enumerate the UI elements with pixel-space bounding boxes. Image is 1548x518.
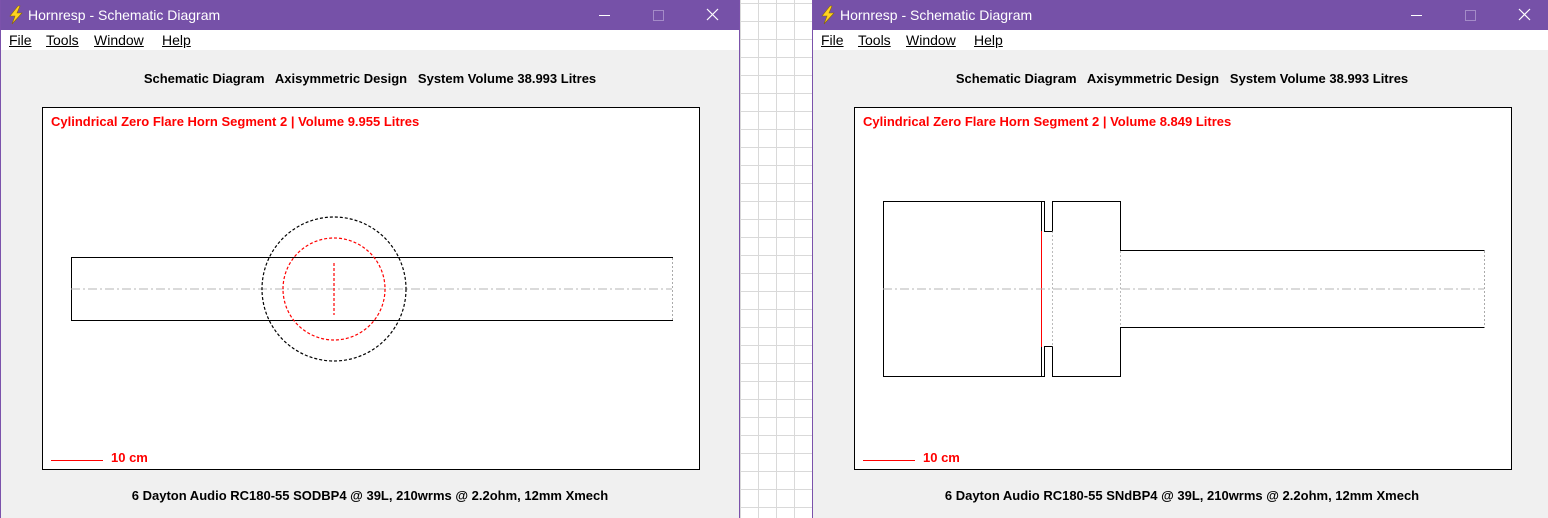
menu-bar: File Tools Window Help xyxy=(813,30,1548,50)
title-bar[interactable]: Hornresp - Schematic Diagram xyxy=(813,0,1548,30)
menu-help-label: Help xyxy=(162,32,191,48)
maximize-button[interactable] xyxy=(1447,0,1493,30)
menu-tools[interactable]: Tools xyxy=(46,32,79,48)
close-button[interactable] xyxy=(1501,0,1547,30)
window-title: Hornresp - Schematic Diagram xyxy=(28,7,221,23)
diagram-header: Schematic Diagram Axisymmetric Design Sy… xyxy=(143,71,597,86)
scale-label: 10 cm xyxy=(923,450,960,465)
menu-help-label: Help xyxy=(974,32,1003,48)
menu-file[interactable]: File xyxy=(821,32,844,48)
driver-neck-lower xyxy=(1041,346,1053,377)
menu-bar: File Tools Window Help xyxy=(1,30,739,50)
close-icon xyxy=(706,8,719,21)
maximize-icon xyxy=(1465,10,1476,21)
title-bar[interactable]: Hornresp - Schematic Diagram xyxy=(1,0,739,30)
window-title: Hornresp - Schematic Diagram xyxy=(840,7,1033,23)
menu-file-label: File xyxy=(821,32,844,48)
minimize-button[interactable] xyxy=(581,0,627,30)
diagram-header: Schematic Diagram Axisymmetric Design Sy… xyxy=(955,71,1409,86)
minimize-icon xyxy=(599,15,610,16)
maximize-icon xyxy=(653,10,664,21)
menu-help[interactable]: Help xyxy=(162,32,191,48)
schematic-drawing xyxy=(883,201,1485,377)
schematic-drawing xyxy=(71,216,674,362)
schematic-diagram-panel: Cylindrical Zero Flare Horn Segment 2 | … xyxy=(854,107,1512,470)
hornresp-window-left: Hornresp - Schematic Diagram File Tools … xyxy=(0,0,740,518)
menu-window[interactable]: Window xyxy=(94,32,144,48)
driver-neck-upper xyxy=(1041,201,1053,232)
menu-help[interactable]: Help xyxy=(974,32,1003,48)
menu-tools-label: Tools xyxy=(858,32,891,48)
menu-tools-label: Tools xyxy=(46,32,79,48)
front-chamber-and-horn-outline xyxy=(1052,201,1485,251)
menu-window-label: Window xyxy=(906,32,956,48)
menu-file[interactable]: File xyxy=(9,32,32,48)
minimize-icon xyxy=(1411,15,1422,16)
hornresp-window-right: Hornresp - Schematic Diagram File Tools … xyxy=(812,0,1548,518)
menu-window[interactable]: Window xyxy=(906,32,956,48)
minimize-button[interactable] xyxy=(1393,0,1439,30)
menu-file-label: File xyxy=(9,32,32,48)
scale-bar xyxy=(51,460,103,461)
driver-description: 6 Dayton Audio RC180-55 SNdBP4 @ 39L, 21… xyxy=(944,488,1420,503)
schematic-diagram-panel: Cylindrical Zero Flare Horn Segment 2 | … xyxy=(42,107,700,470)
close-button[interactable] xyxy=(689,0,735,30)
desktop-background: Hornresp - Schematic Diagram File Tools … xyxy=(0,0,1548,518)
scale-bar xyxy=(863,460,915,461)
front-chamber-and-horn-outline-lower xyxy=(1052,327,1485,377)
menu-window-label: Window xyxy=(94,32,144,48)
lightning-bolt-icon xyxy=(9,5,23,25)
close-icon xyxy=(1518,8,1531,21)
menu-tools[interactable]: Tools xyxy=(858,32,891,48)
maximize-button[interactable] xyxy=(635,0,681,30)
scale-label: 10 cm xyxy=(111,450,148,465)
driver-description: 6 Dayton Audio RC180-55 SODBP4 @ 39L, 21… xyxy=(131,488,609,503)
lightning-bolt-icon xyxy=(821,5,835,25)
